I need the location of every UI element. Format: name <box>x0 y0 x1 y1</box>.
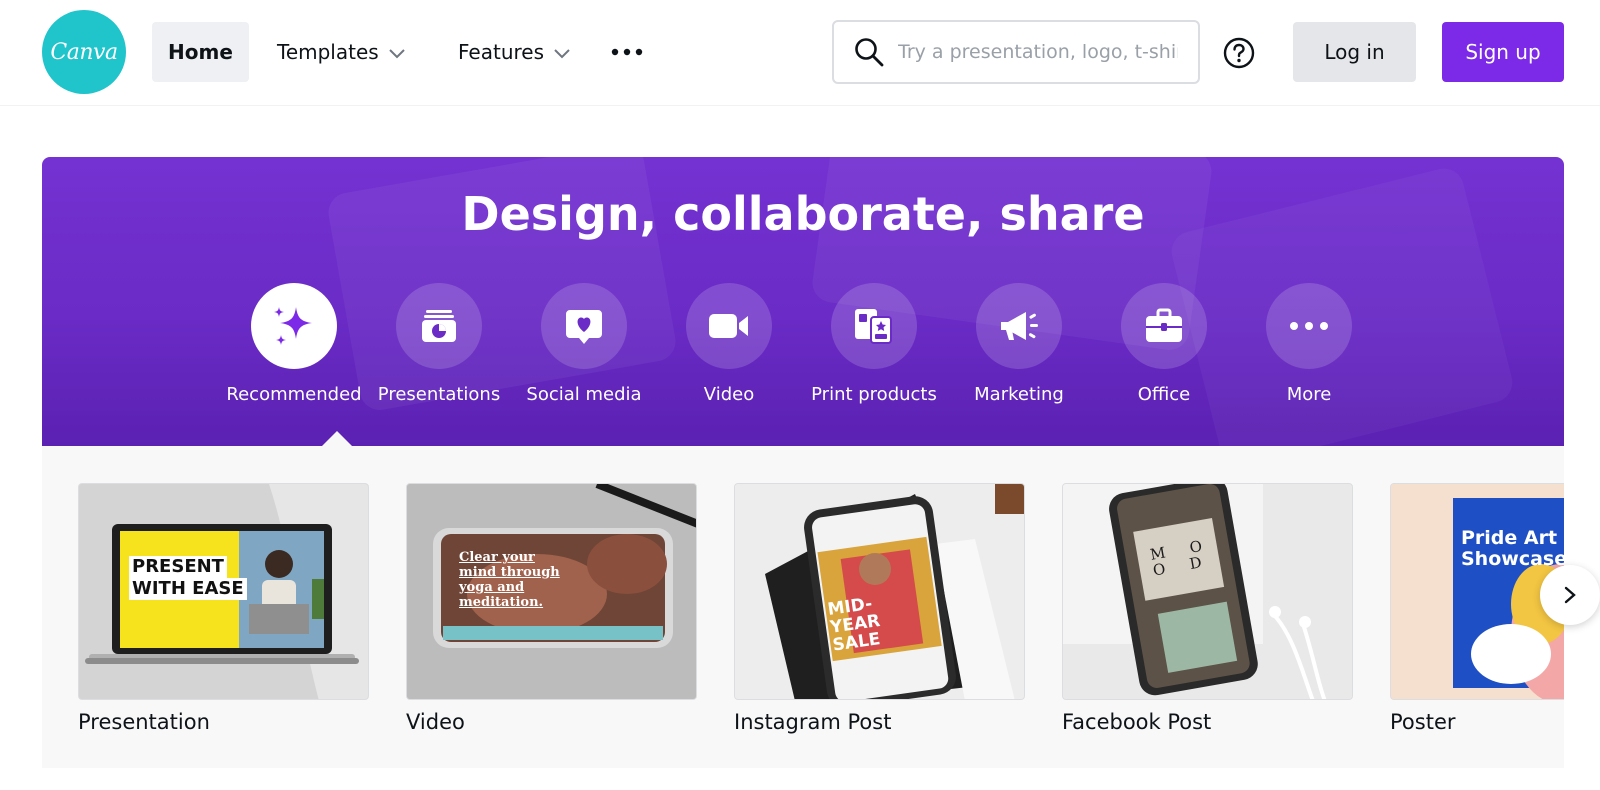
thumb-text: Clear your mind through yoga and meditat… <box>459 550 560 610</box>
active-category-pointer <box>322 431 352 446</box>
top-header: Canva Home Templates Features Log in Sig… <box>0 0 1600 106</box>
category-label: Presentations <box>377 384 501 405</box>
category-label: Marketing <box>974 384 1064 405</box>
card-thumbnail: PRESENT WITH EASE <box>78 483 369 700</box>
category-icon-circle <box>1266 283 1352 369</box>
search-input[interactable] <box>898 41 1178 63</box>
category-label: Office <box>1137 384 1191 405</box>
card-thumbnail: M O O D <box>1062 483 1353 700</box>
thumb-text: WITH EASE <box>129 578 247 600</box>
search-icon <box>855 38 884 67</box>
card-poster[interactable]: Pride Art Showcase Poster <box>1390 483 1564 734</box>
presentation-icon <box>422 310 456 342</box>
category-label: Video <box>703 384 755 405</box>
nav-home[interactable]: Home <box>152 22 249 82</box>
design-type-carousel: PRESENT WITH EASE Presentation Clear you… <box>42 446 1564 768</box>
thumb-text: Pride Art Showcase <box>1461 527 1564 570</box>
category-social-media[interactable]: Social media <box>509 283 659 405</box>
sparkle-icon <box>274 307 312 345</box>
category-label: Print products <box>811 384 937 405</box>
category-label: Recommended <box>226 384 362 405</box>
category-icon-circle <box>686 283 772 369</box>
help-circle-icon <box>1223 37 1255 69</box>
hero-banner: Design, collaborate, share Recommended P… <box>42 157 1564 446</box>
nav-templates-label: Templates <box>277 40 379 64</box>
category-icon-circle <box>831 283 917 369</box>
nav-more-button[interactable] <box>607 36 647 68</box>
card-presentation[interactable]: PRESENT WITH EASE Presentation <box>78 483 369 734</box>
category-icon-circle <box>976 283 1062 369</box>
card-thumbnail: MID-YEAR SALE <box>734 483 1025 700</box>
chevron-right-icon <box>1564 586 1576 604</box>
nav-templates[interactable]: Templates <box>277 22 405 82</box>
category-more[interactable]: More <box>1234 283 1384 405</box>
search-box[interactable] <box>832 20 1200 84</box>
canva-logo[interactable]: Canva <box>42 10 126 94</box>
carousel-next-button[interactable] <box>1540 565 1600 625</box>
login-button[interactable]: Log in <box>1293 22 1416 82</box>
card-instagram-post[interactable]: MID-YEAR SALE Instagram Post <box>734 483 1025 734</box>
card-label: Presentation <box>78 710 210 734</box>
card-facebook-post[interactable]: M O O D Facebook Post <box>1062 483 1353 734</box>
nav-features[interactable]: Features <box>458 22 570 82</box>
chevron-down-icon <box>554 49 570 59</box>
category-icon-circle <box>396 283 482 369</box>
nav-features-label: Features <box>458 40 544 64</box>
ellipsis-icon <box>1290 322 1328 330</box>
category-label: More <box>1286 384 1332 405</box>
category-marketing[interactable]: Marketing <box>944 283 1094 405</box>
signup-button[interactable]: Sign up <box>1442 22 1564 82</box>
category-video[interactable]: Video <box>654 283 804 405</box>
logo-text: Canva <box>50 39 118 65</box>
pride-poster-image <box>1391 484 1564 699</box>
card-label: Instagram Post <box>734 710 892 734</box>
thumb-text: MID-YEAR SALE <box>826 593 882 656</box>
category-office[interactable]: Office <box>1089 283 1239 405</box>
briefcase-icon <box>1146 308 1182 342</box>
phone-instagram-image <box>735 484 1024 699</box>
card-thumbnail: Clear your mind through yoga and meditat… <box>406 483 697 700</box>
phone-facebook-image <box>1063 484 1352 699</box>
ellipsis-icon <box>611 48 643 56</box>
card-label: Video <box>406 710 465 734</box>
category-presentations[interactable]: Presentations <box>364 283 514 405</box>
category-print-products[interactable]: Print products <box>799 283 949 405</box>
help-button[interactable] <box>1223 37 1255 69</box>
category-label: Social media <box>526 384 642 405</box>
megaphone-icon <box>1001 312 1038 340</box>
heart-chat-icon <box>566 310 602 344</box>
print-products-icon <box>855 309 892 344</box>
category-icon-circle <box>1121 283 1207 369</box>
card-video[interactable]: Clear your mind through yoga and meditat… <box>406 483 697 734</box>
card-label: Poster <box>1390 710 1456 734</box>
hero-title: Design, collaborate, share <box>461 187 1145 241</box>
category-icon-circle <box>541 283 627 369</box>
card-label: Facebook Post <box>1062 710 1212 734</box>
card-thumbnail: Pride Art Showcase <box>1390 483 1564 700</box>
thumb-text: PRESENT <box>129 556 227 578</box>
category-recommended[interactable]: Recommended <box>219 283 369 405</box>
chevron-down-icon <box>388 49 405 59</box>
category-icon-circle <box>251 283 337 369</box>
video-camera-icon <box>709 314 748 338</box>
